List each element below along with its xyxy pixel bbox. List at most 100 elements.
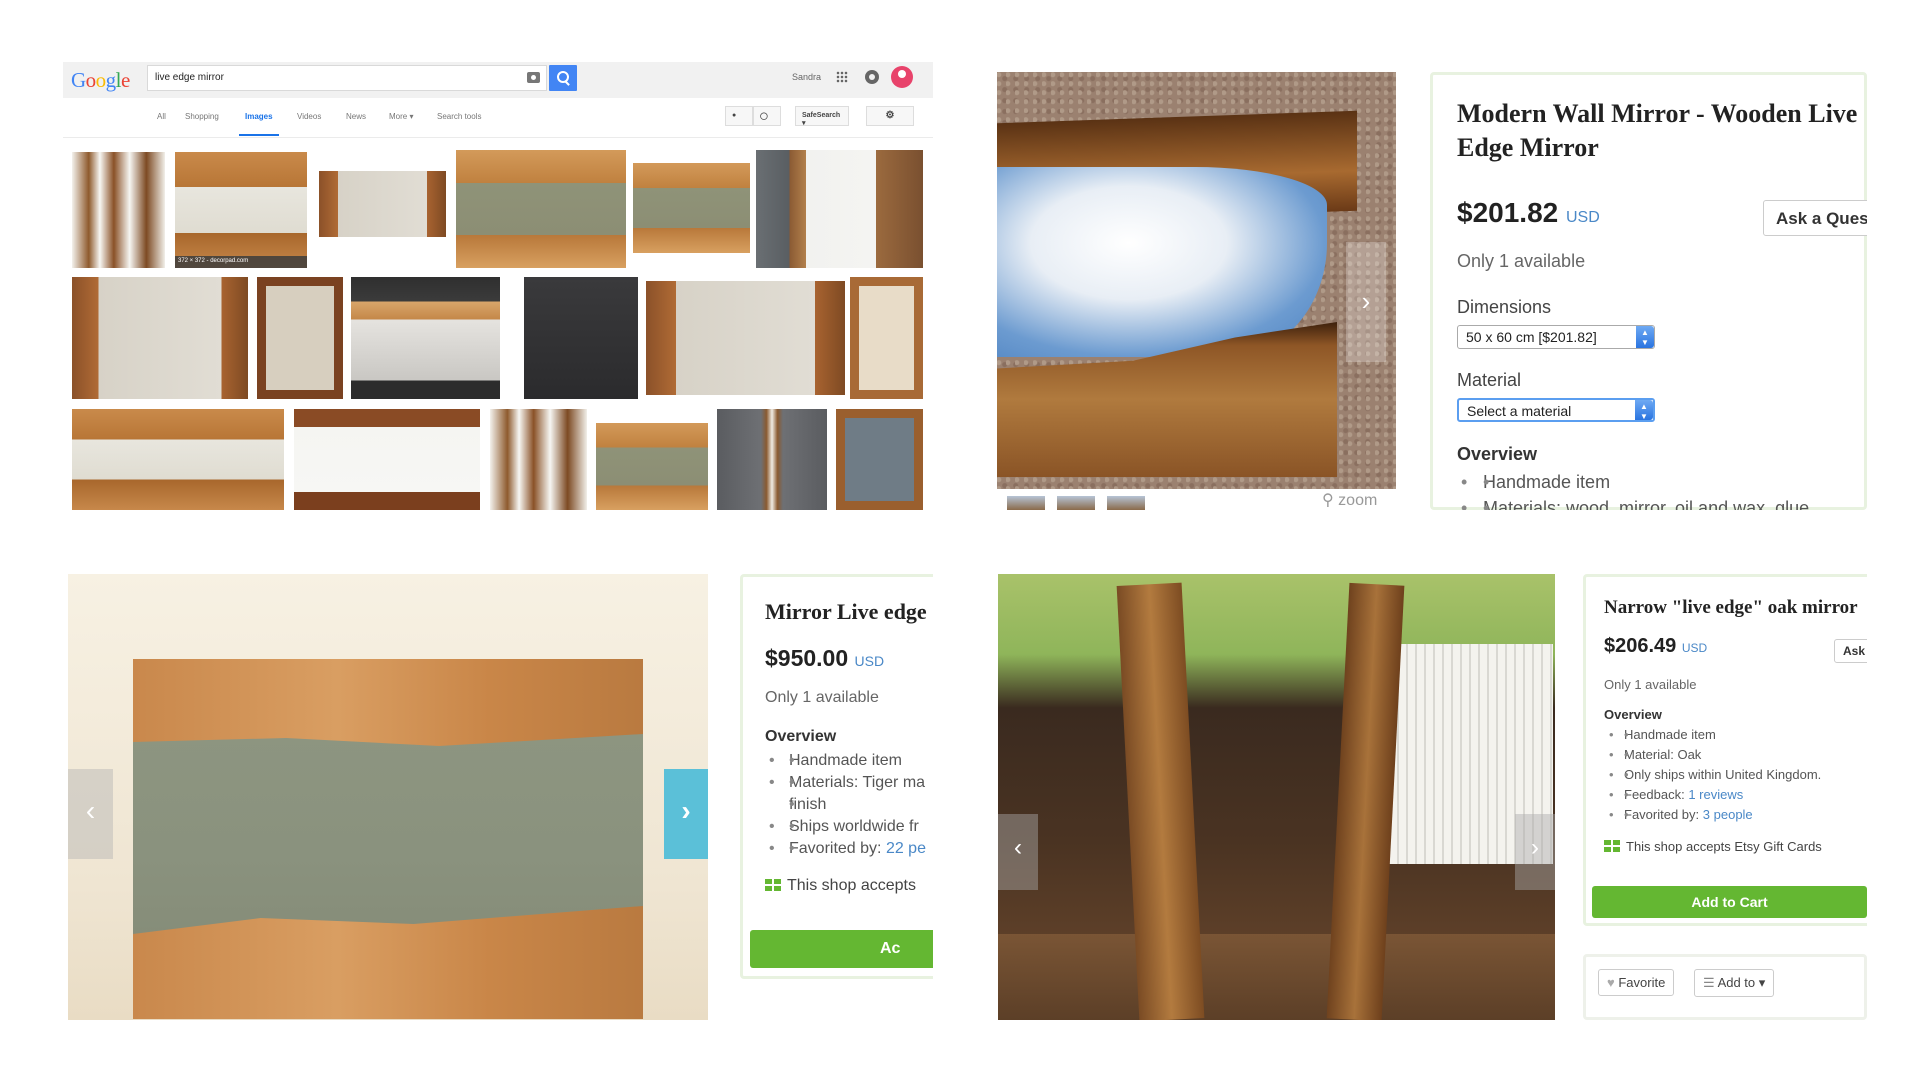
ask-a-question-button[interactable]: Ask <box>1834 639 1867 663</box>
list-item: •Handmade item <box>1609 725 1821 745</box>
prev-photo-chevron-icon[interactable]: ‹ <box>998 814 1038 890</box>
overview-heading: Overview <box>1457 444 1538 464</box>
list-item: •Material: Oak <box>1609 745 1821 765</box>
favorited-by-link[interactable]: 22 pe <box>886 840 926 857</box>
photo-thumbnail[interactable] <box>1007 496 1045 510</box>
search-input[interactable]: live edge mirror <box>147 65 547 91</box>
tab-news[interactable]: News <box>346 112 366 121</box>
product-photo[interactable]: ‹ › <box>998 574 1555 1020</box>
overview-list: •Handmade item •Materials: Tiger ma fini… <box>769 750 926 860</box>
material-select[interactable]: Select a material ▲ ▼ <box>1457 398 1655 422</box>
product-photo[interactable]: › <box>997 72 1396 489</box>
next-photo-chevron-icon[interactable]: › <box>664 769 708 859</box>
next-photo-chevron-icon[interactable]: › <box>1346 242 1386 362</box>
tab-shopping[interactable]: Shopping <box>185 112 219 121</box>
select-arrows-icon: ▲ ▼ <box>1636 326 1654 348</box>
tab-search-tools[interactable]: Search tools <box>437 112 481 121</box>
image-result[interactable] <box>850 277 923 399</box>
list-item-continued: finish <box>789 794 926 816</box>
list-icon: ☰ <box>1703 975 1715 990</box>
image-result[interactable] <box>756 150 923 268</box>
floor <box>998 934 1555 1020</box>
image-result[interactable] <box>490 409 587 510</box>
image-result[interactable] <box>633 163 750 253</box>
photo-thumbnail[interactable] <box>1057 496 1095 510</box>
list-item: •Handmade item <box>1461 469 1809 495</box>
search-tabs: All Shopping Images Videos News More ▾ S… <box>63 98 933 138</box>
gift-card-note: This shop accepts <box>765 877 916 895</box>
image-result[interactable] <box>72 409 284 510</box>
list-item: •Ships worldwide fr <box>769 816 926 838</box>
listing-info-card: Narrow "live edge" oak mirror $206.49 US… <box>1583 574 1867 926</box>
list-item: •Materials: wood, mirror, oil and wax, g… <box>1461 495 1809 510</box>
image-result[interactable] <box>351 277 500 399</box>
settings-gear-icon[interactable]: ⚙ <box>866 106 914 126</box>
user-name[interactable]: Sandra <box>792 72 821 82</box>
tab-images[interactable]: Images <box>245 112 273 121</box>
safesearch-button[interactable]: SafeSearch ▾ <box>795 106 849 127</box>
heart-icon: ♥ <box>1607 975 1615 990</box>
overview-list: •Handmade item •Materials: wood, mirror,… <box>1461 469 1809 510</box>
notifications-icon[interactable] <box>865 70 879 84</box>
prev-photo-chevron-icon[interactable]: ‹ <box>68 769 113 859</box>
zoom-link[interactable]: ⚲ zoom <box>1322 490 1377 510</box>
list-item: •Favorited by: 22 pe <box>769 838 926 860</box>
next-photo-chevron-icon[interactable]: › <box>1515 814 1555 890</box>
tab-videos[interactable]: Videos <box>297 112 321 121</box>
magnifier-icon: ⚲ <box>1322 492 1334 509</box>
image-result[interactable] <box>524 277 638 399</box>
search-query: live edge mirror <box>155 72 224 83</box>
image-result[interactable] <box>646 281 845 395</box>
avatar[interactable] <box>891 66 913 88</box>
list-item: •Favorited by: 3 people <box>1609 805 1821 825</box>
image-result[interactable] <box>596 423 708 510</box>
listing-info-card: Modern Wall Mirror - Wooden Live Edge Mi… <box>1430 72 1867 510</box>
add-to-cart-button[interactable]: Ac <box>750 930 933 968</box>
etsy-listing-modern-wall-mirror: › ⚲ zoom Modern Wall Mirror - Wooden Liv… <box>997 62 1867 510</box>
tab-more[interactable]: More ▾ <box>389 112 413 121</box>
image-result[interactable] <box>72 152 165 268</box>
image-result[interactable] <box>294 409 480 510</box>
availability: Only 1 available <box>1457 251 1586 271</box>
price: $206.49 USD <box>1604 635 1708 657</box>
feedback-link[interactable]: 1 reviews <box>1688 787 1743 802</box>
active-tab-underline <box>239 134 279 136</box>
material-label: Material <box>1457 370 1522 390</box>
apps-grid-icon[interactable] <box>836 71 848 83</box>
camera-icon[interactable] <box>527 72 540 83</box>
ask-a-question-button[interactable]: Ask a Question <box>1763 200 1867 236</box>
google-logo[interactable]: Google <box>71 68 130 93</box>
image-result[interactable] <box>72 277 248 399</box>
image-result[interactable] <box>836 409 923 510</box>
list-item: •Only ships within United Kingdom. <box>1609 765 1821 785</box>
mirror-reflection <box>997 167 1327 357</box>
etsy-listing-narrow-oak-mirror: ‹ › Narrow "live edge" oak mirror $206.4… <box>998 574 1867 1020</box>
availability: Only 1 available <box>1604 677 1697 692</box>
etsy-listing-mirror-live-edge: ‹ › Mirror Live edge $950.00 USD Only 1 … <box>68 574 933 1020</box>
favorited-by-link[interactable]: 3 people <box>1703 807 1753 822</box>
globe-filter-button[interactable]: ◯ <box>753 106 781 126</box>
gift-card-icon <box>765 879 781 891</box>
image-result[interactable] <box>319 171 446 237</box>
tab-all[interactable]: All <box>157 112 166 121</box>
image-result[interactable] <box>257 277 343 399</box>
list-item: •Feedback: 1 reviews <box>1609 785 1821 805</box>
image-result[interactable] <box>456 150 626 268</box>
dimensions-select[interactable]: 50 x 60 cm [$201.82] ▲ ▼ <box>1457 325 1655 349</box>
price: $201.82 USD <box>1457 197 1600 228</box>
add-to-cart-button[interactable]: Add to Cart <box>1592 886 1867 918</box>
price: $950.00 USD <box>765 645 885 671</box>
image-results-grid: 372 × 372 - decorpad.com <box>63 139 933 510</box>
image-result[interactable] <box>717 409 827 510</box>
google-image-search-panel: Google live edge mirror Sandra All Shopp… <box>63 62 933 510</box>
search-button[interactable] <box>549 65 577 91</box>
image-result[interactable]: 372 × 372 - decorpad.com <box>175 152 307 268</box>
add-to-button[interactable]: ☰ Add to ▾ <box>1694 969 1775 997</box>
product-photo[interactable]: ‹ › <box>68 574 708 1020</box>
select-arrows-icon: ▲ ▼ <box>1635 400 1653 421</box>
photo-thumbnail[interactable] <box>1107 496 1145 510</box>
listing-title: Mirror Live edge <box>765 599 927 624</box>
person-filter-button[interactable]: ● <box>725 106 753 126</box>
favorite-button[interactable]: ♥ Favorite <box>1598 969 1675 996</box>
listing-title: Narrow "live edge" oak mirror <box>1604 597 1858 618</box>
